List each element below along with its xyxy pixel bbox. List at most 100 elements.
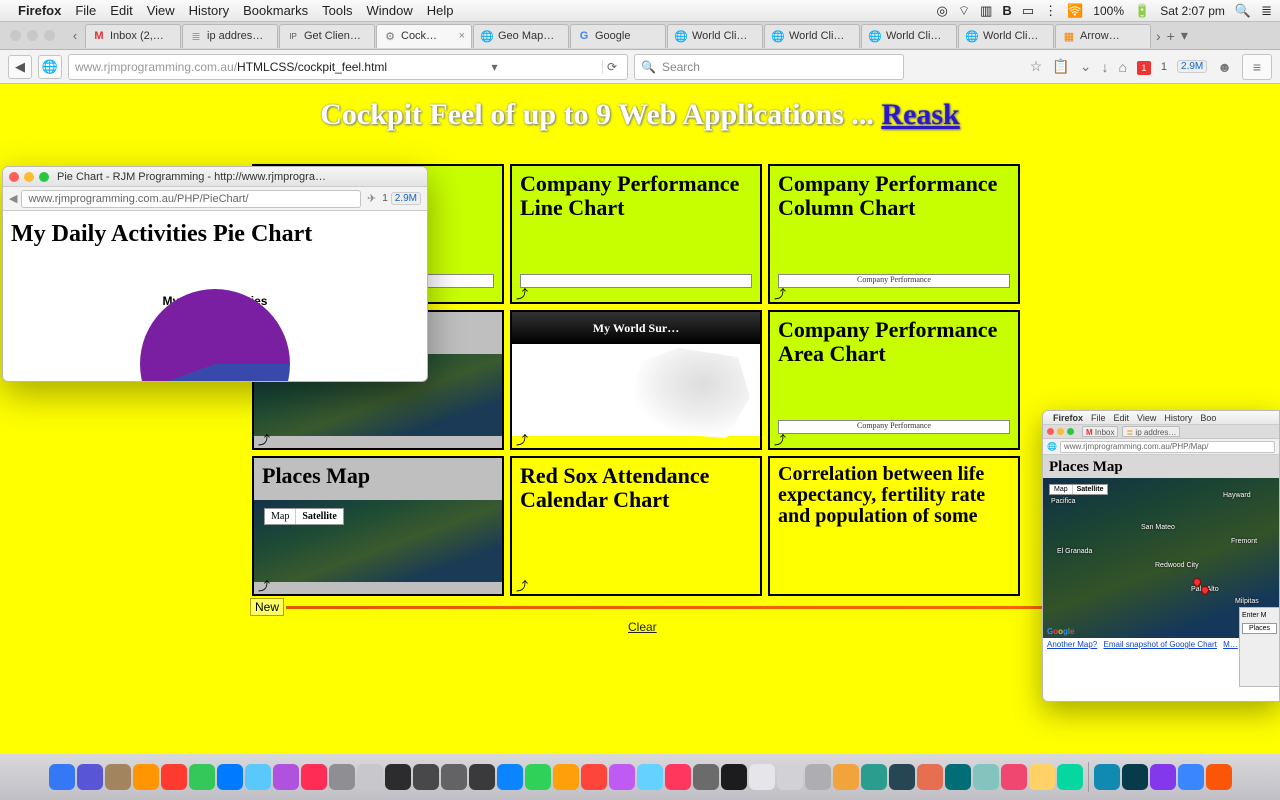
bold-b-icon[interactable]: B xyxy=(1002,3,1011,18)
tabs-overflow[interactable]: ▾ xyxy=(1181,27,1188,44)
dock-app-icon[interactable] xyxy=(917,764,943,790)
new-button[interactable]: New xyxy=(250,598,284,616)
popout-icon[interactable]: ⤴ xyxy=(516,285,528,302)
tab-scroll-right[interactable]: › xyxy=(1156,28,1161,44)
smile-icon[interactable]: ☻ xyxy=(1217,59,1232,75)
tab-google[interactable]: G Google xyxy=(570,24,666,48)
satellite-button[interactable]: Satellite xyxy=(1073,485,1108,494)
dock-app-icon[interactable] xyxy=(1178,764,1204,790)
mini-menu-bookmarks[interactable]: Boo xyxy=(1200,413,1216,423)
tab-cockpit[interactable]: ⚙ Cock… × xyxy=(376,24,472,48)
dock-app-icon[interactable] xyxy=(413,764,439,790)
app-name[interactable]: Firefox xyxy=(18,3,61,18)
popup-urlbar[interactable]: www.rjmprogramming.com.au/PHP/PieChart/ xyxy=(21,190,361,208)
dock-app-icon[interactable] xyxy=(581,764,607,790)
dock-app-icon[interactable] xyxy=(1029,764,1055,790)
mini-menu-history[interactable]: History xyxy=(1164,413,1192,423)
tab-inbox[interactable]: M Inbox (2,… xyxy=(85,24,181,48)
cell-correlation[interactable]: Correlation between life expectancy, fer… xyxy=(768,456,1020,596)
zoom-dot[interactable] xyxy=(44,30,55,41)
dock-app-icon[interactable] xyxy=(329,764,355,790)
target-icon[interactable]: ◎ xyxy=(937,3,948,19)
cell-places-map-2[interactable]: Places Map Map Satellite ⤴ xyxy=(252,456,504,596)
clear-link[interactable]: Clear xyxy=(628,620,657,634)
new-tab-button[interactable]: + xyxy=(1167,28,1175,44)
minimize-dot[interactable] xyxy=(27,30,38,41)
dock-app-icon[interactable] xyxy=(49,764,75,790)
pocket-icon[interactable]: ⌄ xyxy=(1080,58,1092,75)
display-icon[interactable]: ▭ xyxy=(1022,3,1034,19)
tab-arrow[interactable]: ▦ Arrow… xyxy=(1055,24,1151,48)
close-dot[interactable] xyxy=(10,30,21,41)
reload-icon[interactable]: ⟳ xyxy=(602,60,621,74)
dropdown-icon[interactable]: ▾ xyxy=(488,60,502,74)
email-snapshot-link[interactable]: Email snapshot of Google Chart xyxy=(1104,640,1217,649)
mini-urlbar[interactable]: www.rjmprogramming.com.au/PHP/Map/ xyxy=(1060,441,1275,453)
clock[interactable]: Sat 2:07 pm xyxy=(1160,4,1225,18)
mini-menu-edit[interactable]: Edit xyxy=(1114,413,1130,423)
menu-history[interactable]: History xyxy=(189,3,229,18)
share-icon[interactable]: ✈ xyxy=(367,192,376,205)
downloads-icon[interactable]: ↓ xyxy=(1101,59,1108,75)
menu-bookmarks[interactable]: Bookmarks xyxy=(243,3,308,18)
dock-app-icon[interactable] xyxy=(553,764,579,790)
box-icon[interactable]: ▥ xyxy=(980,3,992,19)
mini-menu-file[interactable]: File xyxy=(1091,413,1106,423)
hamburger-menu[interactable]: ≡ xyxy=(1242,54,1272,80)
url-bar[interactable]: www.rjmprogramming.com.au/ HTMLCSS/cockp… xyxy=(68,54,628,80)
zoom-icon[interactable] xyxy=(1067,428,1074,435)
mini-menu-view[interactable]: View xyxy=(1137,413,1156,423)
dock-app-icon[interactable] xyxy=(1206,764,1232,790)
dock-app-icon[interactable] xyxy=(245,764,271,790)
places-button[interactable]: Places xyxy=(1242,623,1277,634)
hotspot-icon[interactable]: ⌔ xyxy=(958,3,970,19)
dock-app-icon[interactable] xyxy=(357,764,383,790)
cell-column-chart[interactable]: Company Performance Column Chart Company… xyxy=(768,164,1020,304)
menu-window[interactable]: Window xyxy=(367,3,413,18)
tab-geomap[interactable]: 🌐 Geo Map… xyxy=(473,24,569,48)
menu-file[interactable]: File xyxy=(75,3,96,18)
notification-center-icon[interactable]: ≣ xyxy=(1261,3,1272,19)
cell-redsox[interactable]: Red Sox Attendance Calendar Chart ⤴ xyxy=(510,456,762,596)
dock-app-icon[interactable] xyxy=(1094,764,1120,790)
popup-window-controls[interactable] xyxy=(9,172,49,182)
addon-badge[interactable]: 1 xyxy=(1137,58,1151,75)
dock-app-icon[interactable] xyxy=(497,764,523,790)
dock-app-icon[interactable] xyxy=(133,764,159,790)
tab-scroll-left[interactable]: ‹ xyxy=(65,28,85,43)
more-link[interactable]: M… xyxy=(1223,640,1238,649)
minimize-icon[interactable] xyxy=(1057,428,1064,435)
map-button[interactable]: Map xyxy=(265,509,296,524)
dock-app-icon[interactable] xyxy=(861,764,887,790)
tab-worldcli-4[interactable]: 🌐 World Cli… xyxy=(958,24,1054,48)
close-icon[interactable] xyxy=(9,172,19,182)
menu-help[interactable]: Help xyxy=(427,3,454,18)
dock-app-icon[interactable] xyxy=(217,764,243,790)
tab-ipaddress[interactable]: ≣ ip addres… xyxy=(182,24,278,48)
dock-app-icon[interactable] xyxy=(973,764,999,790)
popup-placesmap[interactable]: Firefox File Edit View History Boo M Inb… xyxy=(1042,410,1280,702)
dock-app-icon[interactable] xyxy=(385,764,411,790)
popout-icon[interactable]: ⤴ xyxy=(258,577,270,594)
popout-icon[interactable]: ⤴ xyxy=(774,431,786,448)
globe-icon[interactable]: 🌐 xyxy=(1047,442,1057,451)
close-tab-icon[interactable]: × xyxy=(459,30,465,42)
another-map-link[interactable]: Another Map? xyxy=(1047,640,1097,649)
map-button[interactable]: Map xyxy=(1050,485,1073,494)
popout-icon[interactable]: ⤴ xyxy=(516,577,528,594)
cell-area-chart[interactable]: Company Performance Area Chart Company P… xyxy=(768,310,1020,450)
dock-app-icon[interactable] xyxy=(1001,764,1027,790)
tab-worldcli-3[interactable]: 🌐 World Cli… xyxy=(861,24,957,48)
back-button[interactable]: ◀ xyxy=(8,55,32,79)
popup-titlebar[interactable]: Pie Chart - RJM Programming - http://www… xyxy=(3,167,427,187)
popout-icon[interactable]: ⤴ xyxy=(516,431,528,448)
dock-app-icon[interactable] xyxy=(777,764,803,790)
clipboard-icon[interactable]: 📋 xyxy=(1052,58,1069,75)
menu-tools[interactable]: Tools xyxy=(322,3,352,18)
map-type-toggle[interactable]: Map Satellite xyxy=(264,508,344,525)
site-identity-icon[interactable]: 🌐 xyxy=(38,55,62,79)
popout-icon[interactable]: ⤴ xyxy=(774,285,786,302)
mac-dock[interactable] xyxy=(0,754,1280,800)
spotlight-icon[interactable]: 🔍 xyxy=(1235,3,1251,19)
dock-app-icon[interactable] xyxy=(525,764,551,790)
